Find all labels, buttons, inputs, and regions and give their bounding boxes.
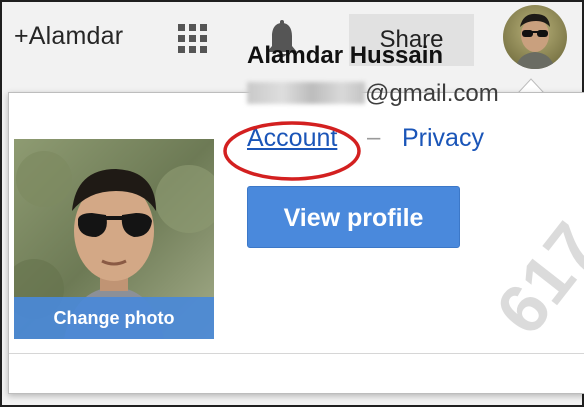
popup-divider <box>9 353 584 354</box>
link-separator: – <box>367 124 381 151</box>
email-obscured-part <box>247 82 365 104</box>
apps-grid-icon[interactable] <box>176 24 210 54</box>
view-profile-button[interactable]: View profile <box>247 186 460 248</box>
google-plus-profile-link[interactable]: +Alamdar <box>14 22 123 51</box>
avatar[interactable] <box>503 5 567 69</box>
profile-photo[interactable]: Change photo <box>14 139 214 339</box>
email-domain: @gmail.com <box>365 80 499 107</box>
privacy-link[interactable]: Privacy <box>402 124 484 153</box>
change-photo-label[interactable]: Change photo <box>14 297 214 339</box>
highlight-annotation-ellipse <box>223 121 361 181</box>
profile-email: @gmail.com <box>247 80 499 108</box>
profile-name: Alamdar Hussain <box>247 42 444 69</box>
